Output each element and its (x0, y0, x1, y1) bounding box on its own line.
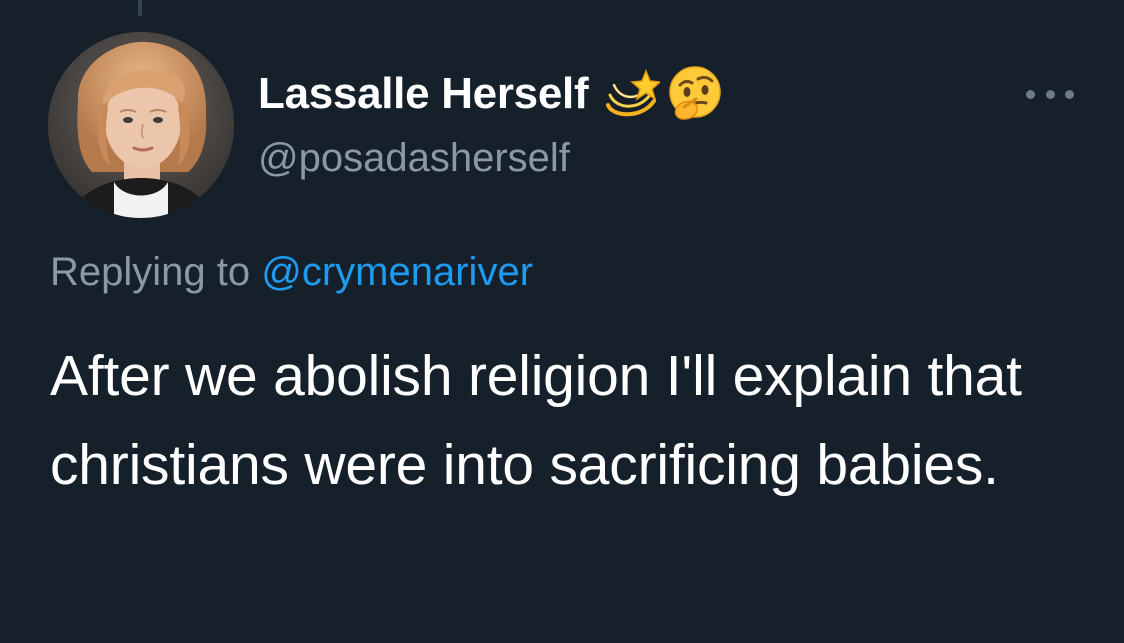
reply-mention-link[interactable]: @crymenariver (261, 250, 533, 294)
more-dot (1065, 89, 1074, 99)
dizzy-star-emoji-icon (602, 65, 663, 123)
thread-connector-line (138, 0, 142, 16)
more-options-icon[interactable] (1026, 82, 1074, 106)
author-display-name[interactable]: Lassalle Herself (258, 72, 589, 116)
thinking-face-emoji-icon (666, 65, 724, 123)
replying-to-label: Replying to (50, 250, 251, 294)
avatar[interactable] (48, 32, 234, 218)
profile-photo (48, 32, 234, 218)
author-handle[interactable]: @posadasherself (258, 134, 570, 182)
tweet-text: After we abolish religion I'll explain t… (50, 344, 1022, 497)
author-name-row[interactable]: Lassalle Herself (258, 62, 724, 126)
replying-to-line: Replying to @crymenariver (50, 248, 533, 296)
more-dot (1045, 89, 1055, 99)
more-dot (1026, 89, 1035, 99)
